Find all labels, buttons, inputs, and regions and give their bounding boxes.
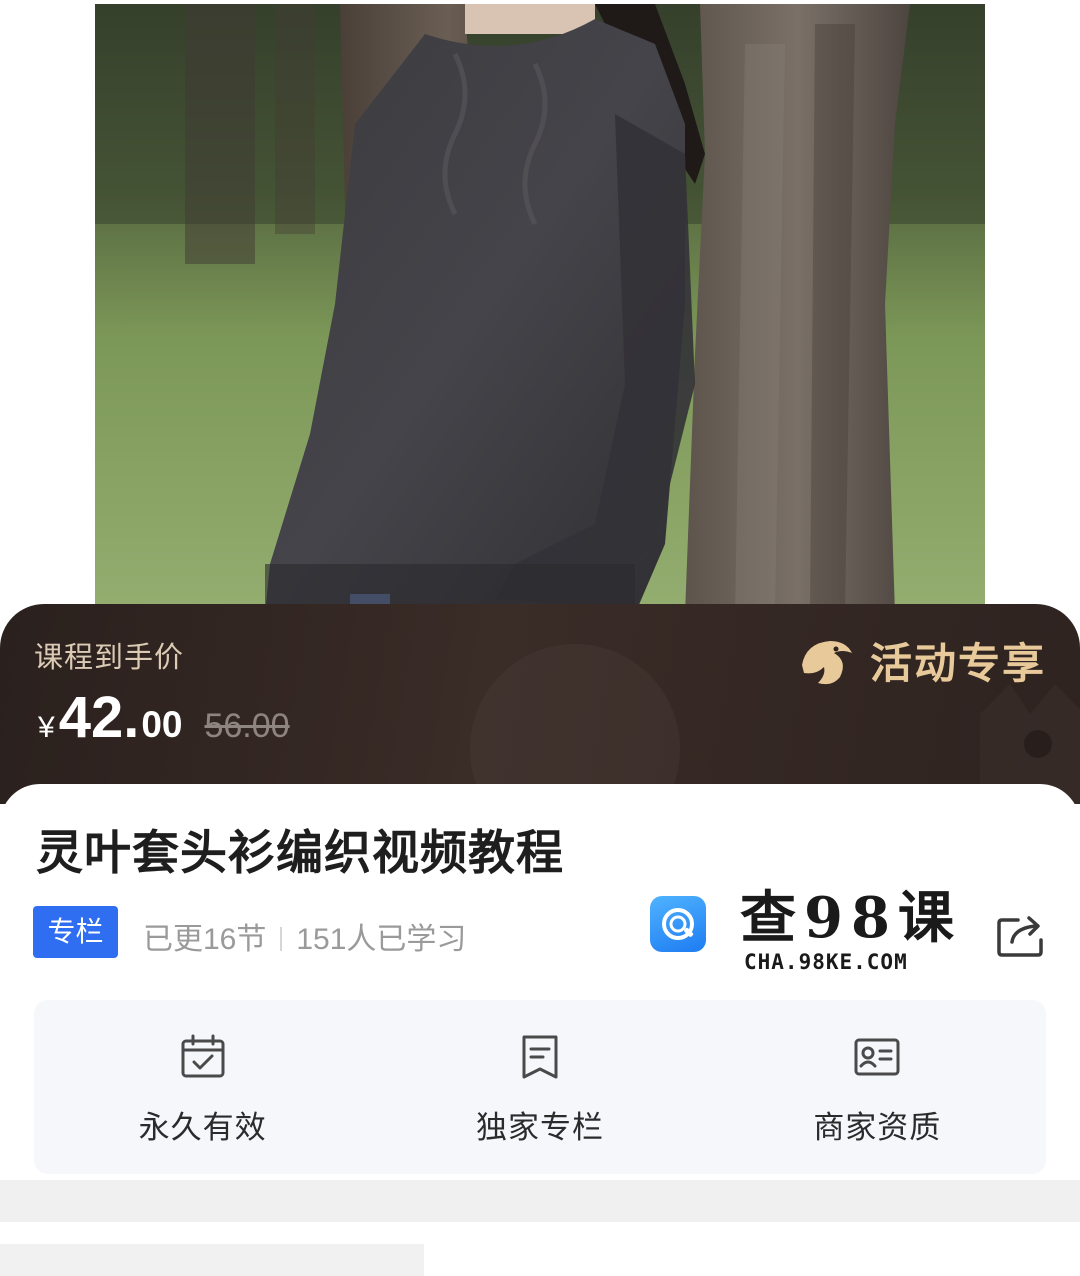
dolphin-logo-icon [801,640,852,684]
watermark-cn: 查98课 [740,885,962,951]
course-meta: 已更16节 151人已学习 [143,914,466,958]
price-banner: 课程到手价 ¥42.00 56.00 活动专享 [0,604,1080,804]
original-price: 56.00 [204,707,290,745]
watermark-text: 查98课 CHA.98KE.COM [740,888,962,974]
watermark-en: CHA.98KE.COM [744,950,908,974]
currency-symbol: ¥ [38,711,55,744]
watermark-app-icon [650,896,706,952]
feature-label: 商家资质 [813,1110,942,1145]
feature-strip: 永久有效 独家专栏 商家资质 [34,1000,1046,1174]
feature-exclusive[interactable]: 独家专栏 [371,1000,708,1174]
course-info-card: 灵叶套头衫编织视频教程 专栏 已更16节 151人已学习 查98课 CHA.98K… [0,784,1080,1184]
feature-permanent[interactable]: 永久有效 [34,1000,371,1174]
course-title: 灵叶套头衫编织视频教程 [36,826,564,879]
price-row: ¥42.00 56.00 [38,684,290,751]
feature-label: 独家专栏 [475,1110,604,1145]
next-section [0,1222,1080,1276]
feature-merchant[interactable]: 商家资质 [709,1000,1046,1174]
share-icon[interactable] [996,912,1046,958]
price-label: 课程到手价 [34,642,185,674]
watermark: 查98课 CHA.98KE.COM [650,888,962,974]
promo-badge: 活动专享 [796,630,1046,691]
learners-count: 151人已学习 [296,923,467,956]
banner-decoration [470,644,680,804]
id-card-icon [854,1038,900,1076]
column-tag: 专栏 [33,906,118,958]
promo-text: 活动专享 [869,640,1046,687]
lessons-count: 已更16节 [143,923,267,956]
bookmark-icon [522,1035,558,1079]
calendar-check-icon [181,1034,225,1078]
price-decimal: 00 [141,704,183,745]
course-cover-image [95,4,985,614]
next-section-placeholder [0,1244,424,1276]
hero-section [0,0,1080,640]
section-divider [0,1180,1080,1222]
price-integer: 42. [58,685,140,750]
feature-label: 永久有效 [138,1110,267,1145]
meta-separator [280,927,283,951]
